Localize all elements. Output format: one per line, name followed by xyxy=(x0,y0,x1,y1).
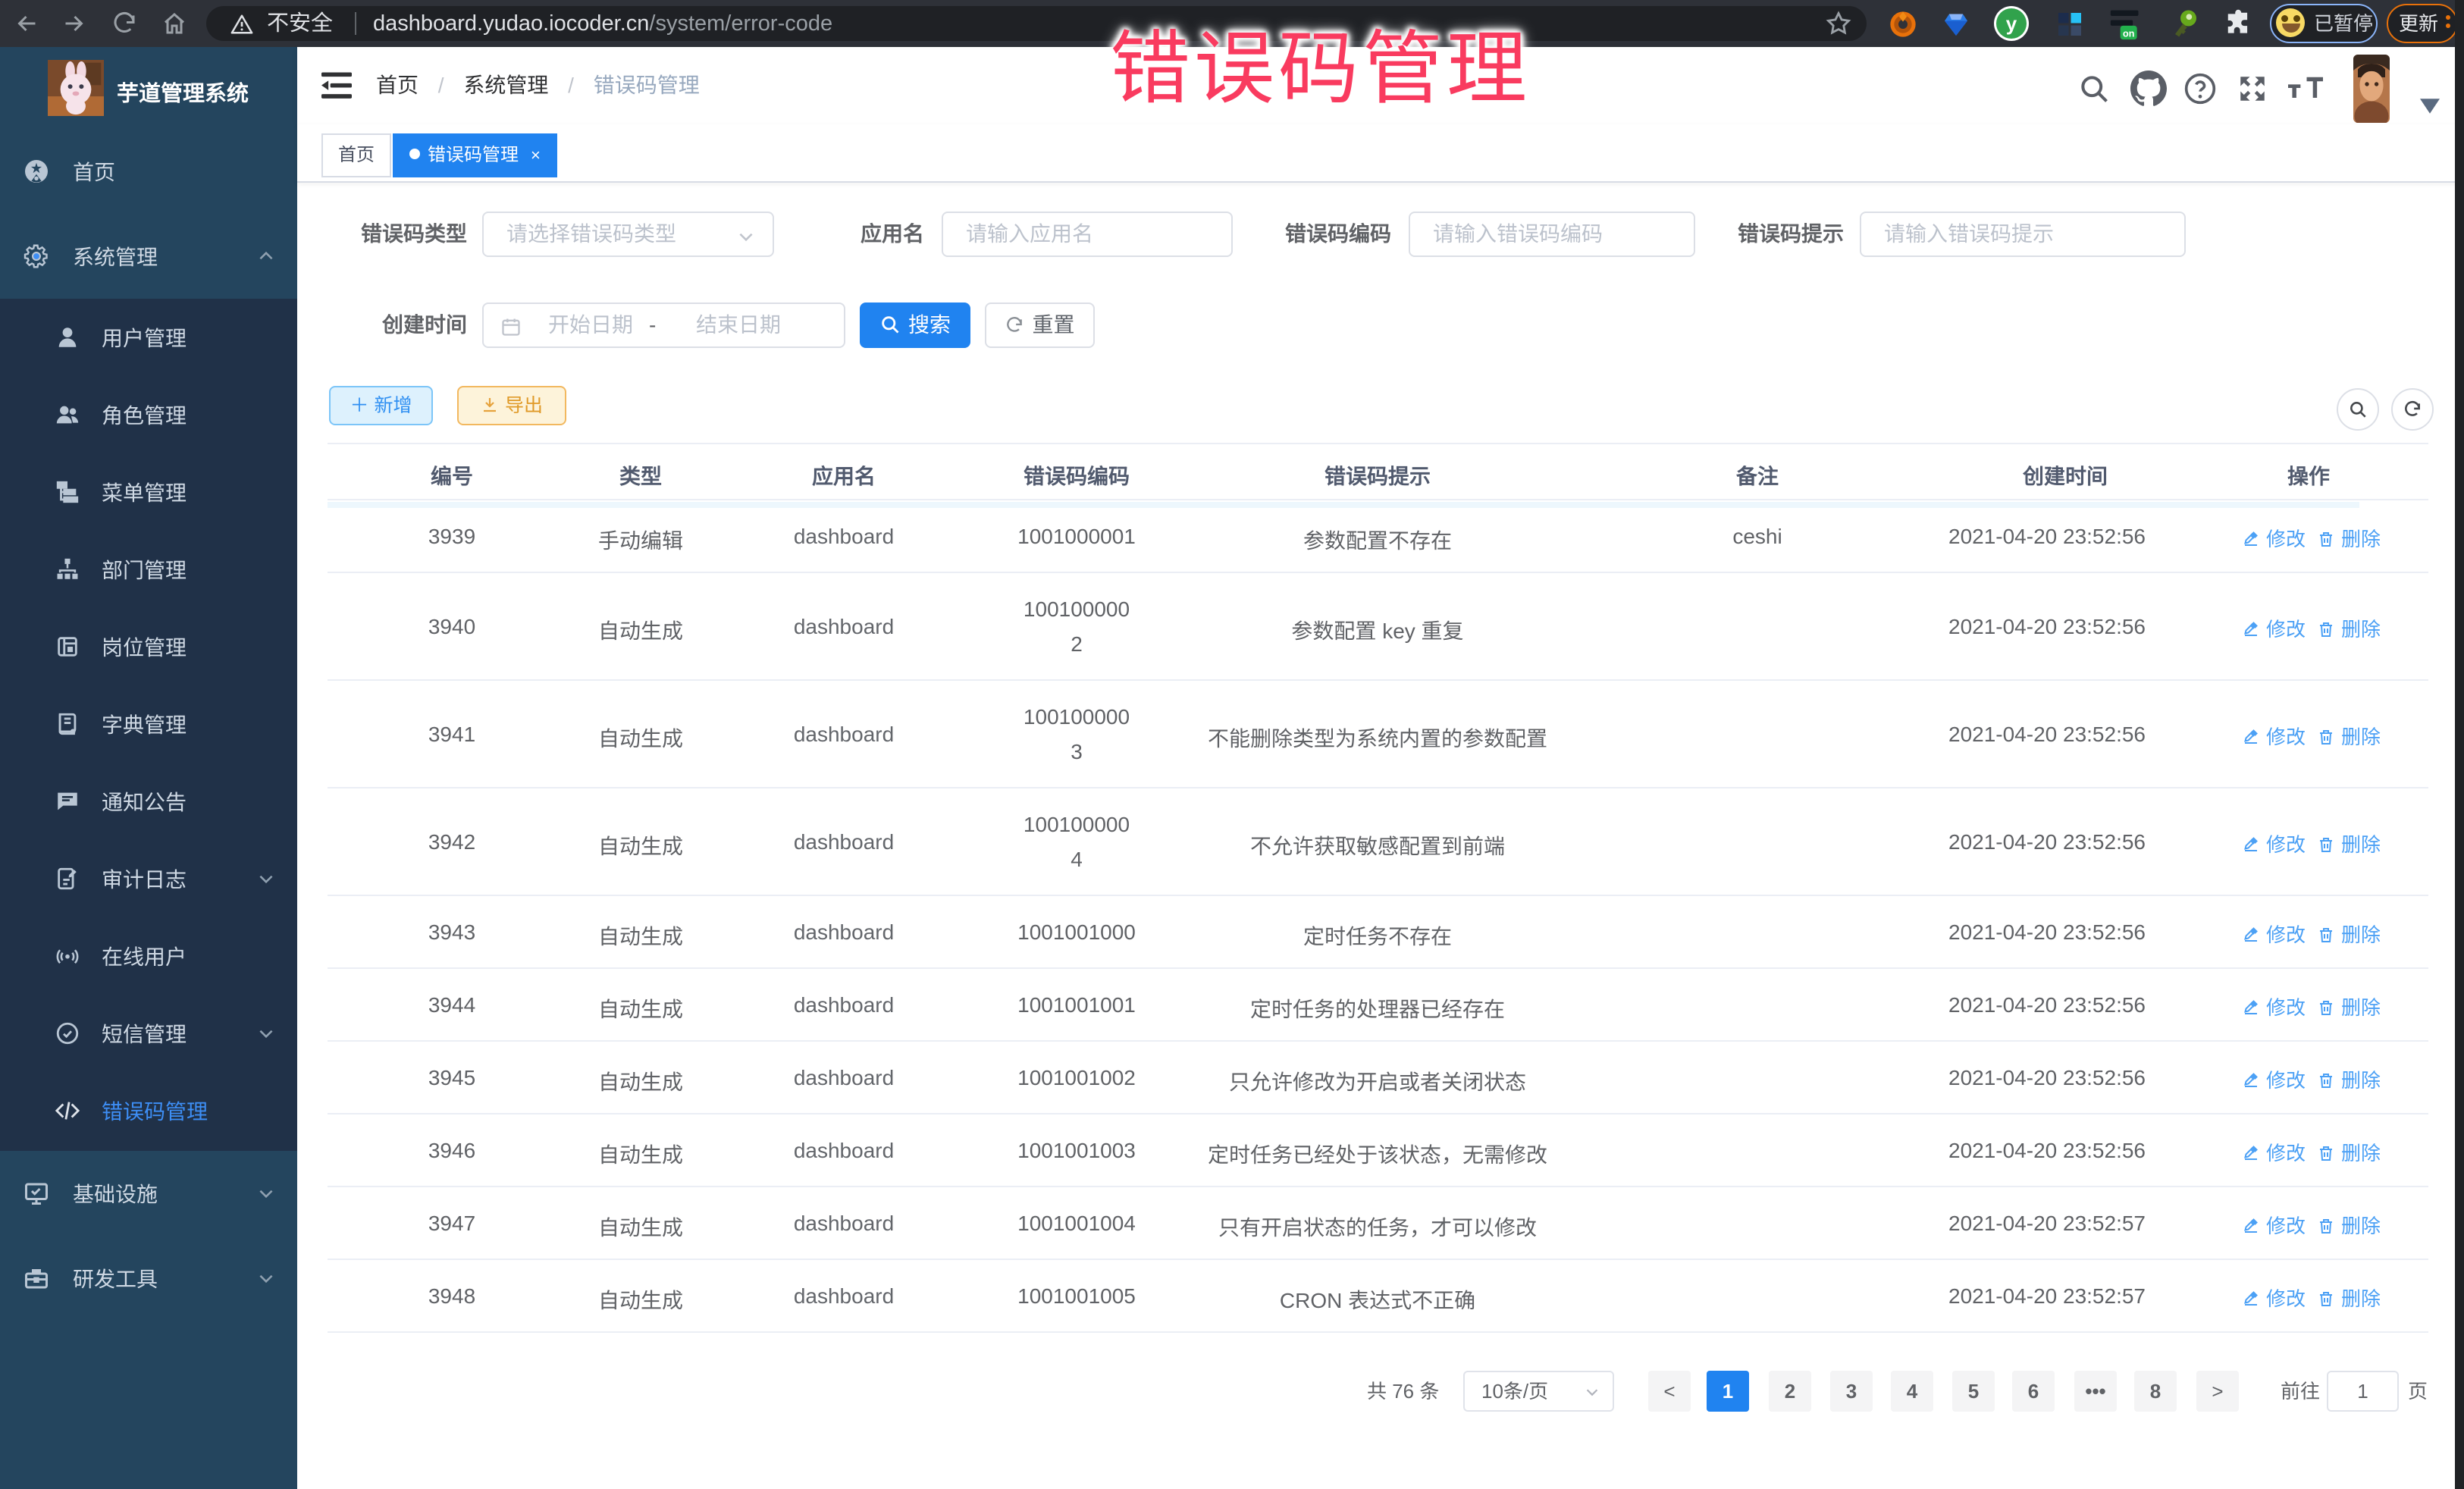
svg-text:on: on xyxy=(2123,28,2135,39)
